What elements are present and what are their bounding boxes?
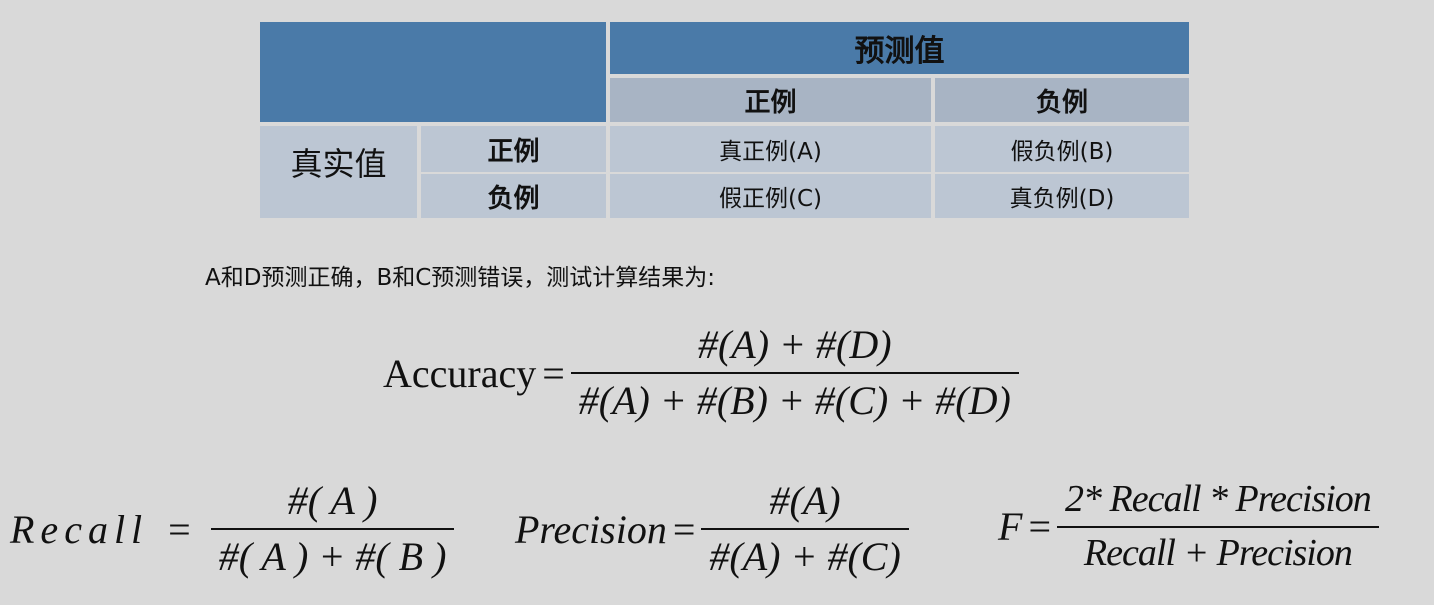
- f-score-fraction: 2* Recall * Precision Recall + Precision: [1057, 478, 1379, 575]
- accuracy-formula: Accuracy = #(A) + #(D) #(A) + #(B) + #(C…: [383, 322, 1019, 424]
- true-positive-cell: 真正例(A): [610, 126, 931, 172]
- recall-fraction-bar: [210, 528, 455, 530]
- f-score-numerator: 2* Recall * Precision: [1065, 478, 1372, 520]
- actual-header: 真实值: [260, 126, 417, 218]
- description-text: A和D预测正确，B和C预测错误，测试计算结果为:: [205, 265, 716, 291]
- accuracy-numerator: #(A) + #(D): [697, 322, 892, 367]
- recall-label: Recall: [10, 506, 149, 552]
- predicted-positive-header: 正例: [610, 78, 931, 122]
- accuracy-equals: =: [542, 350, 565, 396]
- recall-fraction: #( A ) #( A ) + #( B ): [210, 478, 455, 580]
- accuracy-fraction: #(A) + #(D) #(A) + #(B) + #(C) + #(D): [570, 322, 1019, 424]
- recall-equals: =: [168, 506, 191, 552]
- f-score-denominator: Recall + Precision: [1083, 531, 1353, 574]
- true-negative-cell: 真负例(D): [935, 174, 1189, 218]
- precision-label: Precision: [515, 506, 667, 552]
- precision-equals: =: [672, 506, 696, 552]
- actual-positive-header: 正例: [421, 126, 606, 172]
- predicted-negative-header: 负例: [935, 78, 1189, 122]
- table-corner-blank: [260, 22, 606, 122]
- f-score-formula: F = 2* Recall * Precision Recall + Preci…: [998, 478, 1379, 575]
- precision-fraction: #(A) #(A) + #(C): [701, 478, 909, 580]
- confusion-matrix-table: 预测值 正例 负例 真实值 正例 负例 真正例(A) 假负例(B) 假正例(C)…: [260, 22, 1189, 218]
- precision-numerator: #(A): [769, 478, 841, 523]
- accuracy-denominator: #(A) + #(B) + #(C) + #(D): [578, 378, 1011, 423]
- accuracy-fraction-bar: [570, 372, 1019, 374]
- false-negative-cell: 假负例(B): [935, 126, 1189, 172]
- f-score-equals: =: [1028, 504, 1051, 550]
- recall-denominator: #( A ) + #( B ): [218, 534, 447, 579]
- actual-negative-header: 负例: [421, 174, 606, 218]
- false-positive-cell: 假正例(C): [610, 174, 931, 218]
- recall-numerator: #( A ): [287, 478, 378, 523]
- predicted-header: 预测值: [610, 22, 1189, 74]
- recall-formula: Recall = #( A ) #( A ) + #( B ): [10, 478, 455, 580]
- f-score-fraction-bar: [1057, 525, 1379, 528]
- precision-fraction-bar: [701, 528, 909, 530]
- f-score-label: F: [998, 504, 1023, 550]
- accuracy-label: Accuracy: [383, 350, 537, 396]
- precision-formula: Precision = #(A) #(A) + #(C): [515, 478, 909, 580]
- precision-denominator: #(A) + #(C): [709, 534, 901, 579]
